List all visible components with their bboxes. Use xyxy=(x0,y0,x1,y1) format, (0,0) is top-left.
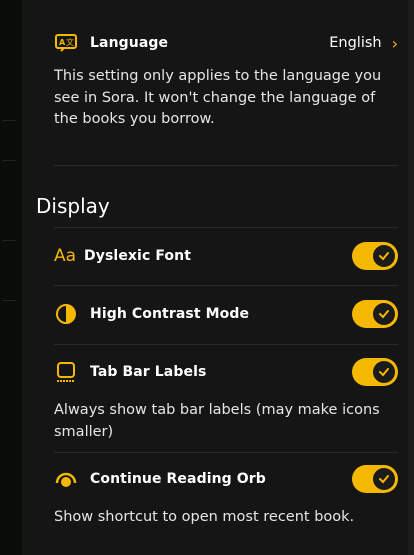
setting-dyslexic-font[interactable]: Aa Dyslexic Font xyxy=(54,242,398,270)
section-title-display: Display xyxy=(36,194,110,218)
setting-high-contrast[interactable]: High Contrast Mode xyxy=(54,300,398,328)
tab-bar-labels-description: Always show tab bar labels (may make ico… xyxy=(54,402,380,440)
setting-label: High Contrast Mode xyxy=(90,306,250,322)
svg-text:文: 文 xyxy=(66,37,74,47)
language-description: This setting only applies to the languag… xyxy=(54,68,382,127)
language-value-text: English xyxy=(329,35,382,51)
check-icon xyxy=(373,361,395,383)
check-icon xyxy=(373,303,395,325)
orb-icon xyxy=(54,467,78,491)
continue-reading-orb-toggle[interactable] xyxy=(352,465,398,493)
translate-icon: A 文 xyxy=(54,31,78,55)
settings-panel: A 文 Language English › This setting only… xyxy=(22,0,414,555)
divider xyxy=(54,285,398,286)
check-icon xyxy=(373,245,395,267)
setting-label: Dyslexic Font xyxy=(84,248,191,264)
font-aa-icon: Aa xyxy=(54,246,77,266)
check-icon xyxy=(373,468,395,490)
svg-text:A: A xyxy=(59,38,66,47)
language-value: English › xyxy=(329,34,398,53)
continue-reading-orb-description: Show shortcut to open most recent book. xyxy=(54,509,355,525)
language-row[interactable]: A 文 Language English › xyxy=(54,31,398,55)
setting-continue-reading-orb[interactable]: Continue Reading Orb xyxy=(54,465,398,493)
setting-tab-bar-labels[interactable]: Tab Bar Labels xyxy=(54,358,398,386)
high-contrast-toggle[interactable] xyxy=(352,300,398,328)
dyslexic-font-toggle[interactable] xyxy=(352,242,398,270)
divider xyxy=(54,227,398,228)
divider xyxy=(54,452,398,453)
tab-bar-labels-toggle[interactable] xyxy=(352,358,398,386)
background-edge xyxy=(0,0,22,555)
divider xyxy=(54,344,398,345)
setting-label: Tab Bar Labels xyxy=(90,364,207,380)
scrollbar[interactable] xyxy=(408,0,414,555)
tab-bar-icon xyxy=(54,360,78,384)
setting-label: Continue Reading Orb xyxy=(90,471,266,487)
language-label: Language xyxy=(90,35,169,51)
contrast-icon xyxy=(54,302,78,326)
chevron-right-icon: › xyxy=(391,33,398,53)
divider xyxy=(54,165,398,166)
